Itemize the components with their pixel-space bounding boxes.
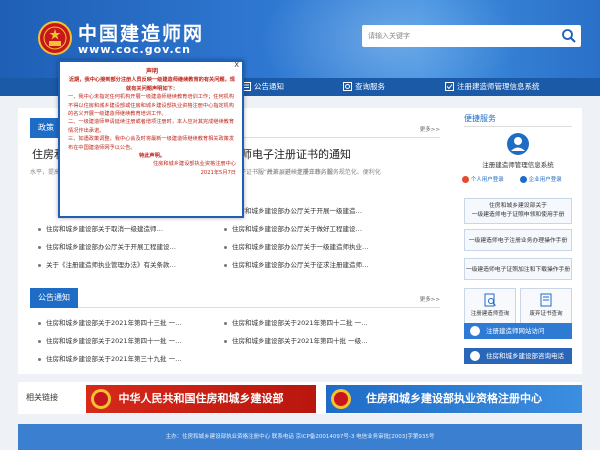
list-item[interactable]: 关于《注册建造师执业管理办法》有关条款… [38, 256, 218, 274]
list-item[interactable]: 住房和城乡建设部关于2021年第四十二批 一… [224, 314, 404, 332]
phone-icon [470, 351, 480, 361]
ministry-banner-link[interactable]: 中华人民共和国住房和城乡建设部 [86, 385, 316, 413]
search-input[interactable] [368, 28, 548, 44]
nav-label-query: 查询服务 [355, 82, 385, 91]
site-url: www.coc.gov.cn [78, 43, 191, 56]
phone-icon [470, 326, 480, 336]
system-label[interactable]: 注册建造师管理信息系统 [454, 159, 582, 169]
nav-label-system: 注册建造师管理信息系统 [457, 82, 540, 91]
certificate-manual-button[interactable]: 住房和城乡建设部关于 一级建造师电子证照申领和使用手册 [464, 198, 572, 224]
popup-paragraph-3: 三、如遇政策调整，我中心会及时将最新一级建造师继续教育相关政策发布在中国建造师网… [68, 136, 235, 151]
notices-list-left: 住房和城乡建设部关于2021年第四十三批 一… 住房和城乡建设部关于2021年第… [38, 314, 218, 368]
list-item[interactable]: 住房和城乡建设部办公厅关于开展一级建造… [224, 202, 404, 220]
nav-item-notices[interactable]: 公告通知 [242, 81, 284, 93]
nav-item-system[interactable]: 注册建造师管理信息系统 [445, 81, 540, 93]
list-item[interactable]: 住房和城乡建设部关于2021年第四十三批 一… [38, 314, 218, 332]
popup-paragraph-1: 一、我中心未指定任何机构开展一级建造师继续教育培训工作；任何机构不得以住房和城乡… [68, 94, 235, 118]
registration-center-banner-link[interactable]: 住房和城乡建设部执业资格注册中心 [326, 385, 582, 413]
emblem-icon [331, 389, 351, 409]
document-search-icon [484, 293, 496, 307]
certificate-icon [540, 293, 552, 307]
list-item[interactable]: 住房和城乡建设部关于2021年第三十九批 一… [38, 350, 218, 368]
builder-query-card[interactable]: 注册建造师查询 [464, 288, 516, 326]
services-panel: 便捷服务 注册建造师管理信息系统 个人用户登录 企业用户登录 住房和城乡建设部关… [454, 108, 582, 374]
links-label: 相关链接 [26, 393, 58, 402]
list-item[interactable]: 住房和城乡建设部关于取消一级建造师… [38, 220, 218, 238]
policy-list-left: 住房和城乡建设部关于取消一级建造师… 住房和城乡建设部办公厅关于开展工程建设… … [38, 220, 218, 274]
policy-more-link[interactable]: 更多>> [420, 125, 440, 133]
search-box [362, 25, 581, 47]
national-emblem-icon [38, 21, 72, 55]
query-icon [343, 82, 352, 91]
popup-paragraph-2: 二、一级建造师申请延续注册或者增项注册时，本人应对其完成继续教育情况作出承诺。 [68, 119, 235, 134]
void-certificate-label: 废弃证书查询 [529, 311, 563, 317]
personal-login-link[interactable]: 个人用户登录 [462, 173, 504, 187]
notices-section-header: 公告通知 更多>> [30, 288, 440, 308]
enterprise-login-label: 企业用户登录 [528, 177, 562, 183]
search-icon[interactable] [561, 28, 577, 44]
popup-notice: 特此声明。 [139, 153, 165, 160]
popup-title: 声明 [145, 68, 158, 75]
list-item[interactable]: 住房和城乡建设部办公厅关于征求注册建造师… [224, 256, 404, 274]
popup-body: 声明 近期，我中心接到部分注册人员反映一级建造师继续教育的有关问题，现就有关问题… [68, 68, 236, 177]
personal-login-label: 个人用户登录 [470, 177, 504, 183]
popup-date: 2021年5月7日 [200, 169, 236, 176]
site-title: 中国建造师网 [78, 23, 205, 45]
divider [464, 126, 572, 127]
list-item[interactable]: 住房和城乡建设部办公厅关于一级建造师执业… [224, 238, 404, 256]
nav-label-notices: 公告通知 [254, 82, 284, 91]
list-item[interactable]: 住房和城乡建设部关于2021年第四十一批 一… [38, 332, 218, 350]
hotline-bar[interactable]: 住房和城乡建设部咨询电话 [464, 348, 572, 364]
announcement-popup: X 声明 近期，我中心接到部分注册人员反映一级建造师继续教育的有关问题，现就有关… [58, 60, 244, 218]
registration-center-banner-label: 住房和城乡建设部执业资格注册中心 [366, 392, 542, 405]
popup-signature: 住房和城乡建设部执业资格注册中心 [152, 161, 236, 168]
nav-item-query[interactable]: 查询服务 [343, 81, 385, 93]
registration-manual-button[interactable]: 一级建造师电子注册业务办理操作手册 [464, 229, 572, 251]
list-item[interactable]: 住房和城乡建设部办公厅关于做好工程建设… [224, 220, 404, 238]
policy-summary-fragment: 服"改革，进一步提升政务服务规范化、便利化 [258, 169, 381, 176]
system-icon [445, 82, 454, 91]
personal-user-icon [462, 176, 469, 183]
related-links: 相关链接 中华人民共和国住房和城乡建设部 住房和城乡建设部执业资格注册中心 [18, 382, 582, 414]
tab-notices[interactable]: 公告通知 [30, 288, 78, 308]
system-logo-icon[interactable] [506, 132, 530, 156]
site-footer: 主办：住房和城乡建设部执业资格注册中心 联系电话 京ICP备20014097号-… [18, 424, 582, 450]
download-manual-button[interactable]: 一级建造师电子证照加注和下载操作手册 [464, 258, 572, 280]
policy-list-right: 住房和城乡建设部办公厅关于开展一级建造… 住房和城乡建设部办公厅关于做好工程建设… [224, 202, 404, 274]
enterprise-user-icon [520, 176, 527, 183]
popup-intro: 近期，我中心接到部分注册人员反映一级建造师继续教育的有关问题，现就有关问题声明如… [68, 77, 235, 92]
emblem-icon [91, 389, 111, 409]
website-access-label: 注册建造师网站访问 [486, 327, 545, 335]
notices-list-right: 住房和城乡建设部关于2021年第四十二批 一… 住房和城乡建设部关于2021年第… [224, 314, 404, 350]
builder-query-label: 注册建造师查询 [470, 311, 510, 317]
ministry-banner-label: 中华人民共和国住房和城乡建设部 [118, 392, 284, 405]
website-access-bar[interactable]: 注册建造师网站访问 [464, 323, 572, 339]
hotline-label: 住房和城乡建设部咨询电话 [486, 352, 564, 360]
services-title: 便捷服务 [464, 114, 496, 123]
void-certificate-card[interactable]: 废弃证书查询 [520, 288, 572, 326]
notices-more-link[interactable]: 更多>> [420, 295, 440, 303]
enterprise-login-link[interactable]: 企业用户登录 [520, 173, 562, 187]
list-item[interactable]: 住房和城乡建设部办公厅关于开展工程建设… [38, 238, 218, 256]
list-item[interactable]: 住房和城乡建设部关于2021年第四十批 一级… [224, 332, 404, 350]
